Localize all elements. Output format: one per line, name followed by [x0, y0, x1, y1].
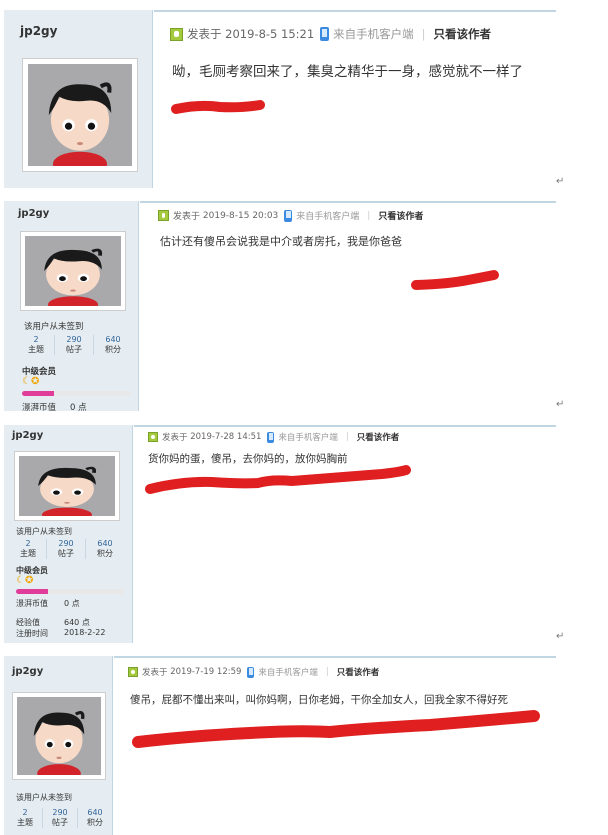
register-row: 注册时间 2018-2-22 [16, 628, 106, 638]
mobile-phone-icon [320, 27, 330, 41]
red-redaction-scribble [145, 465, 411, 494]
avatar-cartoon-boy-icon [25, 236, 121, 306]
stat-credits[interactable]: 640 积分 [86, 539, 124, 559]
post-meta: 发表于 2019-7-19 12:59 来自手机客户端 | 只看该作者 [128, 666, 379, 678]
stat-topics[interactable]: 2 主题 [18, 335, 55, 355]
stat-topics[interactable]: 2 主题 [8, 808, 43, 828]
divider: | [367, 210, 371, 221]
avatar[interactable] [14, 451, 120, 521]
stat-posts[interactable]: 290 帖子 [55, 335, 94, 355]
post-top-border [140, 201, 556, 203]
moon-star-rank-icon: ☾✪ [16, 575, 34, 586]
avatar[interactable] [20, 231, 126, 311]
post-screenshot-2: jp2gy 该用户从未签到 2 主题 290 帖子 640 积分 中级会员 ☾✪ 澋湃… [4, 201, 556, 411]
online-status-icon [128, 667, 138, 677]
author-username[interactable]: jp2gy [20, 24, 57, 38]
stat-credits[interactable]: 640 积分 [94, 335, 132, 355]
online-status-icon [158, 210, 169, 221]
stat-posts[interactable]: 290 帖子 [43, 808, 78, 828]
red-redaction-scribble [132, 710, 540, 748]
post-datetime: 2019-7-28 14:51 [190, 432, 262, 442]
divider: | [345, 432, 349, 442]
online-status-icon [148, 432, 158, 442]
mobile-client-link[interactable]: 来自手机客户端 [296, 209, 359, 222]
divider: | [421, 27, 426, 41]
post-content: 估计还有傻吊会说我是中介或者房托，我是你爸爸 [160, 235, 402, 248]
only-author-link[interactable]: 只看该作者 [434, 26, 492, 42]
only-author-link[interactable]: 只看该作者 [378, 209, 423, 222]
post-datetime: 2019-8-5 15:21 [225, 27, 315, 41]
only-author-link[interactable]: 只看该作者 [337, 666, 380, 678]
paragraph-return-mark: ↵ [556, 399, 565, 410]
post-screenshot-4: jp2gy 该用户从未签到 2 主题 290 帖子 640 积分 发表于 2019-7… [4, 656, 556, 835]
post-content: 呦，毛厕考察回来了，集臭之精华于一身，感觉就不一样了 [172, 64, 523, 80]
post-top-border [134, 425, 556, 427]
user-stats: 2 主题 290 帖子 640 积分 [10, 539, 124, 559]
post-date-prefix: 发表于 [162, 433, 188, 443]
post-date-prefix: 发表于 [187, 27, 222, 41]
post-date-prefix: 发表于 [173, 212, 201, 222]
avatar-cartoon-boy-icon [19, 456, 115, 516]
only-author-link[interactable]: 只看该作者 [357, 431, 400, 443]
coin-row: 澋湃币值 0 点 [22, 403, 87, 411]
exp-row: 经验值 640 点 [16, 618, 90, 627]
post-date-prefix: 发表于 [142, 668, 168, 678]
mobile-phone-icon [247, 666, 255, 678]
online-status-icon [170, 27, 183, 41]
avatar[interactable] [12, 692, 106, 780]
author-username[interactable]: jp2gy [12, 430, 43, 441]
moon-star-rank-icon: ☾✪ [22, 376, 40, 387]
paragraph-return-mark: ↵ [556, 631, 565, 642]
author-username[interactable]: jp2gy [12, 666, 43, 677]
user-stats: 2 主题 290 帖子 640 积分 [8, 808, 112, 828]
coin-row: 澋湃币值 0 点 [16, 599, 80, 608]
post-datetime: 2019-8-15 20:03 [202, 210, 279, 221]
post-meta: 发表于 2019-8-15 20:03 来自手机客户端 | 只看该作者 [158, 209, 423, 222]
post-content: 傻吊，屁都不懂出来叫，叫你妈啊，日你老姆，干你全加女人，回我全家不得好死 [130, 694, 508, 706]
stat-topics[interactable]: 2 主题 [10, 539, 47, 559]
paragraph-return-mark: ↵ [556, 176, 565, 187]
rank-progress-bar [22, 391, 130, 396]
divider: | [325, 667, 329, 677]
stat-credits[interactable]: 640 积分 [78, 808, 112, 828]
post-top-border [154, 10, 556, 12]
signin-status: 该用户从未签到 [24, 322, 84, 332]
rank-progress-bar [16, 589, 124, 594]
mobile-client-link[interactable]: 来自手机客户端 [333, 26, 414, 42]
mobile-phone-icon [267, 431, 275, 443]
signin-status: 该用户从未签到 [16, 527, 72, 536]
avatar-cartoon-boy-icon [28, 64, 132, 166]
signin-status: 该用户从未签到 [16, 793, 72, 802]
rank-progress-fill [16, 589, 49, 594]
red-redaction-scribble [411, 270, 499, 290]
red-redaction-scribble [171, 100, 265, 114]
author-username[interactable]: jp2gy [18, 208, 49, 219]
stat-posts[interactable]: 290 帖子 [47, 539, 86, 559]
mobile-phone-icon [284, 209, 293, 222]
post-screenshot-3: jp2gy 该用户从未签到 2 主题 290 帖子 640 积分 中级会员 ☾✪ 澋湃… [4, 425, 556, 643]
mobile-client-link[interactable]: 来自手机客户端 [258, 666, 318, 678]
post-meta: 发表于 2019-8-5 15:21 来自手机客户端 | 只看该作者 [170, 26, 491, 42]
post-datetime: 2019-7-19 12:59 [170, 667, 242, 677]
user-stats: 2 主题 290 帖子 640 积分 [18, 335, 132, 355]
post-screenshot-1: jp2gy 发表于 2019-8-5 15:21 来自手机客户端 | 只看该作者… [4, 10, 556, 188]
post-top-border [114, 656, 556, 658]
mobile-client-link[interactable]: 来自手机客户端 [278, 431, 338, 443]
avatar-cartoon-boy-icon [17, 697, 101, 775]
avatar[interactable] [22, 58, 138, 172]
rank-progress-fill [22, 391, 55, 396]
post-meta: 发表于 2019-7-28 14:51 来自手机客户端 | 只看该作者 [148, 431, 399, 443]
